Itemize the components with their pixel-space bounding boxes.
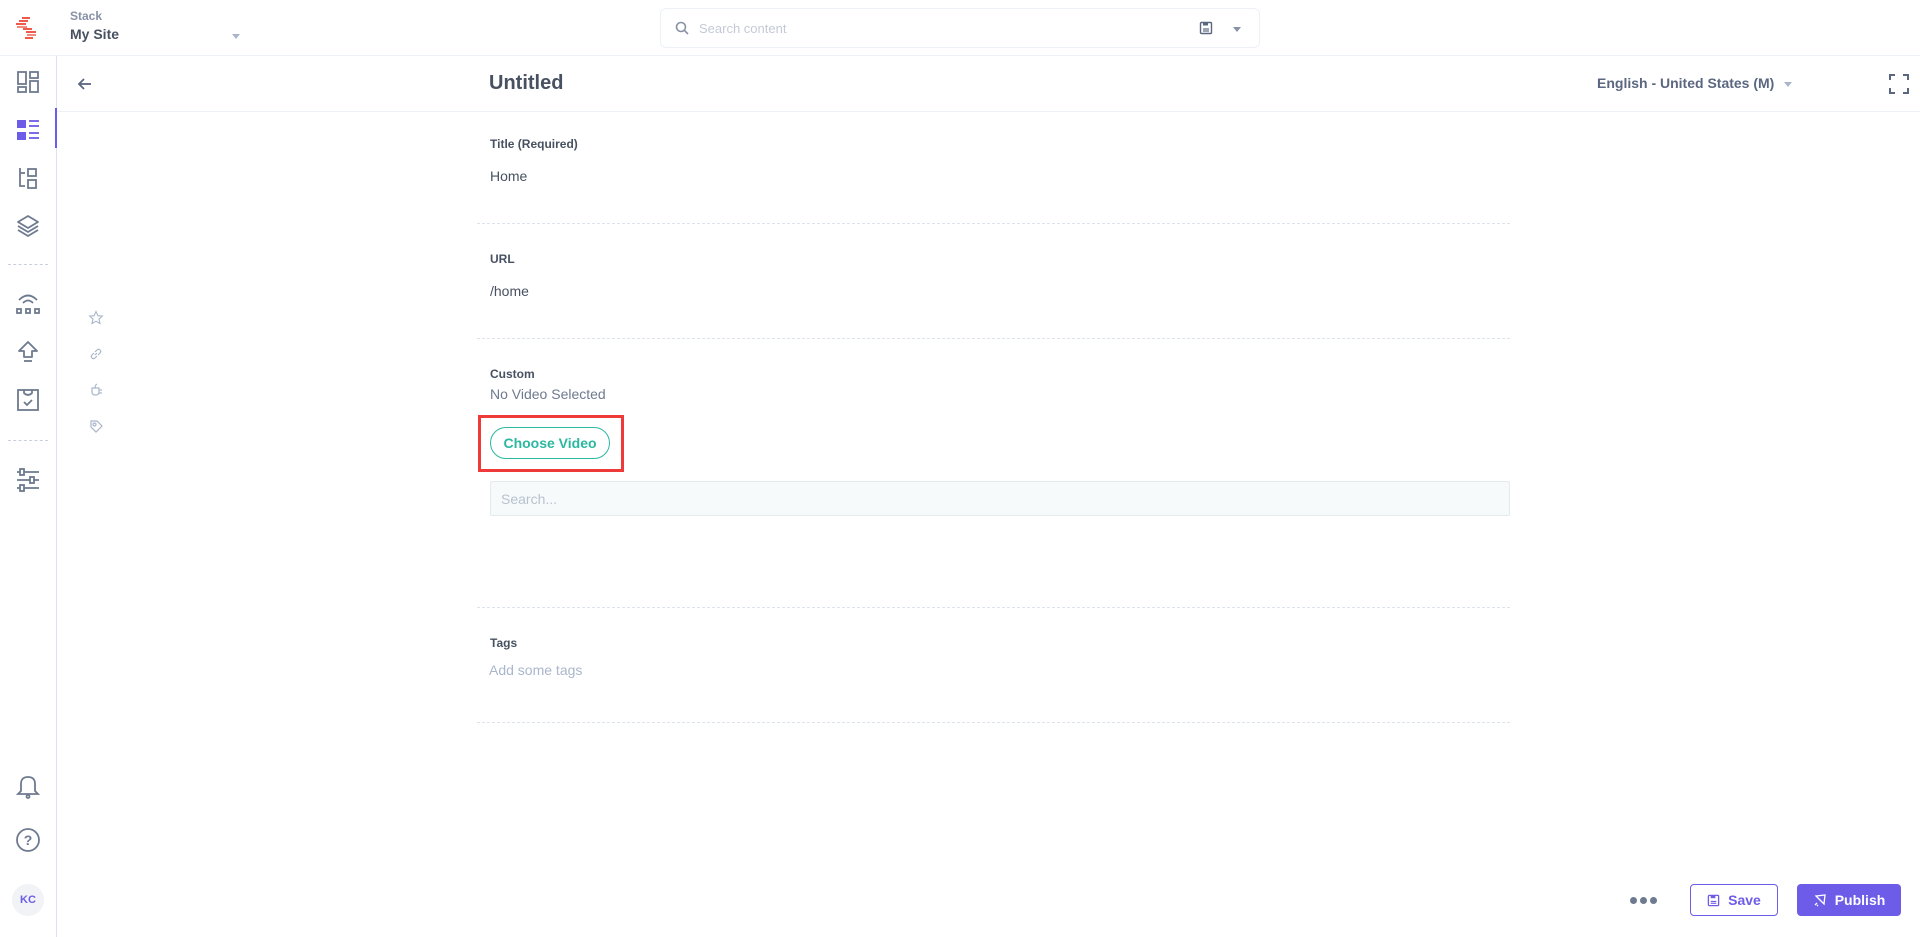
field-label: Custom <box>490 367 535 381</box>
chevron-down-icon <box>232 34 240 39</box>
entry-title: Untitled <box>489 72 564 94</box>
publish-label: Publish <box>1834 892 1886 908</box>
upload-arrow-icon <box>18 341 38 362</box>
contentstack-logo-icon[interactable] <box>14 14 42 42</box>
nav-help[interactable]: ? <box>0 818 56 862</box>
field-custom-video: Custom No Video Selected Choose Video <box>477 339 1510 608</box>
plug-icon[interactable] <box>88 382 104 398</box>
saved-search-icon[interactable] <box>1199 21 1213 35</box>
content-model-icon <box>19 168 37 189</box>
field-url: URL /home <box>477 224 1510 339</box>
field-label: URL <box>490 252 515 266</box>
search-input[interactable] <box>699 17 1139 39</box>
dashboard-icon <box>17 71 39 93</box>
title-input[interactable]: Home <box>490 168 1510 184</box>
link-icon[interactable] <box>88 346 104 362</box>
nav-publish-queue[interactable] <box>0 330 56 374</box>
nav-divider <box>8 440 48 441</box>
field-tags: Tags <box>477 608 1510 723</box>
more-options-button[interactable] <box>1630 892 1660 908</box>
chevron-down-icon <box>1784 81 1793 87</box>
stack-label: Stack <box>70 9 103 23</box>
layers-icon <box>17 215 39 237</box>
entry-form: Title (Required) Home URL /home Custom N… <box>477 112 1510 723</box>
nav-dashboard[interactable] <box>0 60 56 104</box>
stack-switcher[interactable]: Stack My Site <box>70 8 240 48</box>
user-avatar[interactable]: KC <box>12 884 44 916</box>
locale-selector[interactable]: English - United States (M) <box>1597 75 1793 91</box>
field-label: Title (Required) <box>490 137 578 151</box>
save-icon <box>1707 894 1720 906</box>
locale-label: English - United States (M) <box>1597 75 1775 91</box>
top-bar: Stack My Site <box>0 0 1920 56</box>
tag-icon[interactable] <box>88 418 104 434</box>
tags-input[interactable] <box>489 662 1089 678</box>
deploy-icon <box>16 294 40 314</box>
entries-list-icon <box>17 120 39 140</box>
entry-side-tools <box>88 310 104 454</box>
fullscreen-icon[interactable] <box>1887 72 1911 96</box>
choose-video-button[interactable]: Choose Video <box>490 427 610 459</box>
nav-entries[interactable] <box>0 108 57 152</box>
left-nav: ? KC <box>0 56 57 937</box>
star-icon[interactable] <box>88 310 104 326</box>
back-arrow-icon[interactable] <box>75 74 95 94</box>
global-search <box>660 8 1260 48</box>
rocket-icon <box>1814 894 1826 907</box>
footer-actions: Save Publish <box>1630 884 1920 918</box>
entry-header: Untitled English - United States (M) <box>57 56 1920 112</box>
sliders-icon <box>17 468 39 492</box>
video-status: No Video Selected <box>490 386 606 402</box>
nav-releases[interactable] <box>0 282 56 326</box>
svg-text:?: ? <box>24 832 33 848</box>
stack-name: My Site <box>70 26 120 42</box>
nav-notifications[interactable] <box>0 764 56 808</box>
bell-icon <box>15 776 41 799</box>
help-circle-icon: ? <box>16 828 40 852</box>
url-input[interactable]: /home <box>490 283 1510 299</box>
search-options-dropdown[interactable] <box>1233 27 1241 32</box>
nav-divider <box>8 264 48 265</box>
video-search-input[interactable] <box>490 481 1510 516</box>
field-label: Tags <box>490 636 518 650</box>
save-label: Save <box>1728 892 1761 908</box>
search-icon <box>675 21 689 35</box>
nav-assets[interactable] <box>0 204 56 248</box>
publish-button[interactable]: Publish <box>1797 884 1901 916</box>
save-button[interactable]: Save <box>1690 884 1778 916</box>
nav-tasks[interactable] <box>0 378 56 422</box>
field-title: Title (Required) Home <box>477 112 1510 224</box>
clipboard-check-icon <box>17 389 39 411</box>
nav-content-models[interactable] <box>0 156 56 200</box>
nav-settings[interactable] <box>0 458 56 502</box>
